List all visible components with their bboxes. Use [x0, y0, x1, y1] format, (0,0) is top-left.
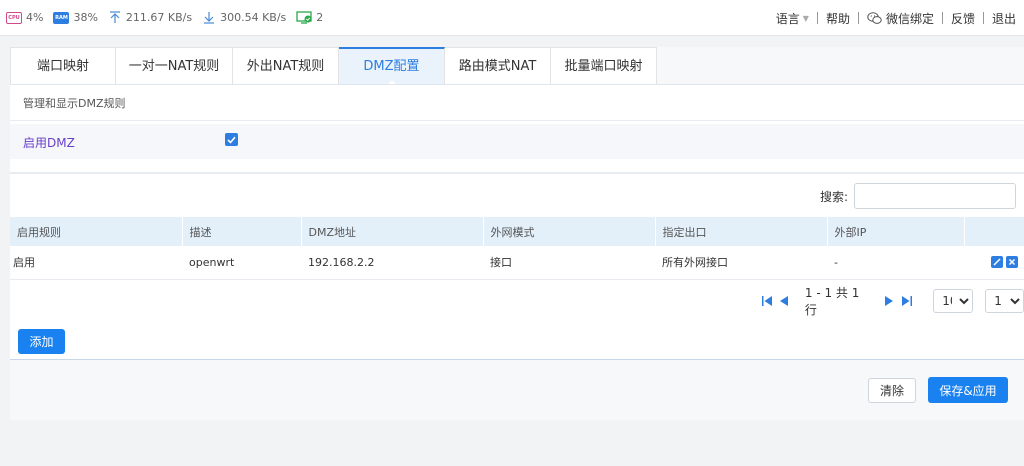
logout-label: 退出 [991, 11, 1016, 26]
column-header [964, 217, 1024, 246]
divider [10, 120, 1024, 121]
search-label: 搜索: [820, 190, 849, 204]
table-row: 启用 openwrt 192.168.2.2 接口 所有外网接口 - [10, 246, 1024, 280]
edit-icon[interactable] [991, 255, 1003, 268]
cell-actions [964, 246, 1024, 280]
cell-dmz-address: 192.168.2.2 [301, 246, 483, 280]
pagination-summary: 1 - 1 共 1 行 [804, 286, 860, 317]
status-bar: CPU 4% RAM 38% 211.67 KB/s 300.54 KB/s 2… [0, 0, 1024, 36]
help-link[interactable]: 帮助 [818, 10, 858, 27]
enable-dmz-label: 启用DMZ [23, 136, 75, 150]
pagination: 1 - 1 共 1 行 10 1 [760, 286, 1024, 317]
save-apply-button[interactable]: 保存&应用 [928, 377, 1008, 403]
tab-port-forward[interactable]: 端口映射 [10, 47, 116, 84]
cpu-value: 4% [26, 11, 44, 24]
column-header[interactable]: 外网模式 [483, 217, 656, 246]
column-header[interactable]: DMZ地址 [301, 217, 484, 246]
enable-dmz-checkbox[interactable] [225, 133, 238, 146]
tab-dmz[interactable]: DMZ配置 [339, 47, 445, 85]
column-header[interactable]: 外部IP [827, 217, 965, 246]
cell-enabled: 启用 [10, 246, 182, 280]
download-stat: 300.54 KB/s [202, 11, 286, 25]
cpu-stat: CPU 4% [6, 11, 43, 24]
feedback-link[interactable]: 反馈 [943, 10, 983, 27]
nat-panel: 端口映射 一对一NAT规则 外出NAT规则 DMZ配置 路由模式NAT 批量端口… [10, 47, 1024, 420]
table-header-row: 启用规则 描述 DMZ地址 外网模式 指定出口 外部IP [10, 217, 1024, 246]
cell-wan-mode: 接口 [483, 246, 655, 280]
upload-arrow-icon [108, 11, 122, 25]
logout-link[interactable]: 退出 [984, 10, 1024, 27]
cell-external-ip: - [827, 246, 964, 280]
wechat-label: 微信绑定 [885, 11, 934, 26]
devices-stat: 2 [296, 11, 323, 24]
language-label: 语言 [775, 11, 800, 26]
check-icon [227, 136, 236, 144]
enable-dmz-row: 启用DMZ [10, 124, 1024, 159]
ram-stat: RAM 38% [53, 11, 98, 24]
feedback-label: 反馈 [950, 11, 975, 26]
column-header[interactable]: 描述 [182, 217, 302, 246]
wechat-bind-link[interactable]: 微信绑定 [859, 10, 942, 27]
upload-rate: 211.67 KB/s [125, 11, 193, 24]
download-rate: 300.54 KB/s [220, 11, 287, 24]
ram-value: 38% [73, 11, 98, 24]
dmz-rules-table: 启用规则 描述 DMZ地址 外网模式 指定出口 外部IP 启用 openwrt … [10, 217, 1024, 280]
monitor-check-icon [296, 11, 312, 24]
tab-route-mode-nat[interactable]: 路由模式NAT [445, 47, 551, 84]
tab-outbound-nat[interactable]: 外出NAT规则 [233, 47, 339, 84]
download-arrow-icon [202, 11, 216, 25]
delete-icon[interactable] [1006, 255, 1018, 268]
column-header[interactable]: 启用规则 [10, 217, 183, 246]
language-menu[interactable]: 语言 ▼ [768, 10, 817, 27]
page-size-select[interactable]: 10 [933, 289, 974, 313]
cpu-icon: CPU [6, 11, 22, 24]
wechat-icon [867, 11, 882, 25]
last-page-icon[interactable] [900, 294, 913, 308]
search-input[interactable] [854, 183, 1016, 209]
add-button[interactable]: 添加 [18, 329, 65, 354]
page-description: 管理和显示DMZ规则 [23, 97, 126, 110]
top-nav: 语言 ▼ 帮助 微信绑定 反馈 退出 [768, 0, 1024, 36]
clear-button[interactable]: 清除 [868, 378, 916, 403]
divider [10, 172, 1024, 174]
upload-stat: 211.67 KB/s [108, 11, 192, 25]
tab-bar: 端口映射 一对一NAT规则 外出NAT规则 DMZ配置 路由模式NAT 批量端口… [10, 47, 657, 85]
first-page-icon[interactable] [760, 294, 773, 308]
ram-icon: RAM [53, 11, 70, 24]
prev-page-icon[interactable] [777, 294, 790, 308]
next-page-icon[interactable] [882, 294, 895, 308]
page-number-select[interactable]: 1 [985, 289, 1024, 313]
cell-description: openwrt [182, 246, 301, 280]
column-header[interactable]: 指定出口 [655, 217, 828, 246]
cell-egress: 所有外网接口 [655, 246, 827, 280]
caret-down-icon: ▼ [802, 13, 809, 23]
help-label: 帮助 [825, 11, 850, 26]
device-count: 2 [316, 11, 324, 24]
dmz-content: 管理和显示DMZ规则 启用DMZ 搜索: 启用规则 描述 DMZ地址 外网模式 … [10, 84, 1024, 360]
tab-one-to-one-nat[interactable]: 一对一NAT规则 [116, 47, 233, 84]
tab-batch-port-forward[interactable]: 批量端口映射 [551, 47, 657, 84]
